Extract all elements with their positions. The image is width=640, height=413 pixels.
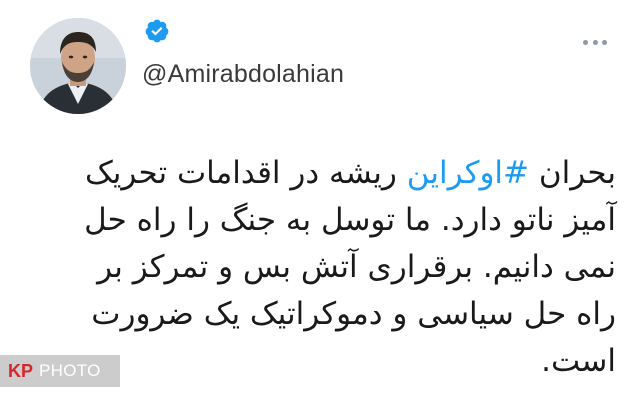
hashtag-link[interactable]: #اوکراین	[407, 155, 529, 191]
tweet-line-1-post: ریشه در اقدامات تحریک	[85, 155, 407, 191]
tweet-line-3: نمی دانیم. برقراری آتش بس و تمرکز بر	[97, 249, 616, 285]
kp-photo-watermark: KP PHOTO	[0, 355, 120, 387]
tweet-line-1-pre: بحران	[529, 155, 616, 191]
more-dot	[583, 39, 588, 45]
tweet-card: @Amirabdolahian بحران #اوکراین ریشه در ا…	[0, 0, 640, 413]
profile-avatar[interactable]	[30, 18, 126, 114]
account-handle[interactable]: @Amirabdolahian	[142, 60, 344, 89]
more-dot	[592, 39, 598, 45]
more-options-icon[interactable]	[583, 38, 607, 46]
tweet-text: بحران #اوکراین ریشه در اقدامات تحریک آمی…	[16, 150, 616, 385]
profile-photo-icon	[30, 18, 126, 114]
watermark-label: PHOTO	[39, 361, 101, 380]
watermark-brand: KP	[8, 360, 34, 381]
more-dot	[602, 39, 607, 45]
tweet-line-4: راه حل سیاسی و دموکراتیک یک ضرورت	[91, 296, 616, 332]
verified-badge-icon	[145, 19, 169, 43]
tweet-line-2: آمیز ناتو دارد. ما توسل به جنگ را راه حل	[84, 202, 616, 238]
tweet-line-1: بحران #اوکراین ریشه در اقدامات تحریک	[16, 150, 616, 197]
